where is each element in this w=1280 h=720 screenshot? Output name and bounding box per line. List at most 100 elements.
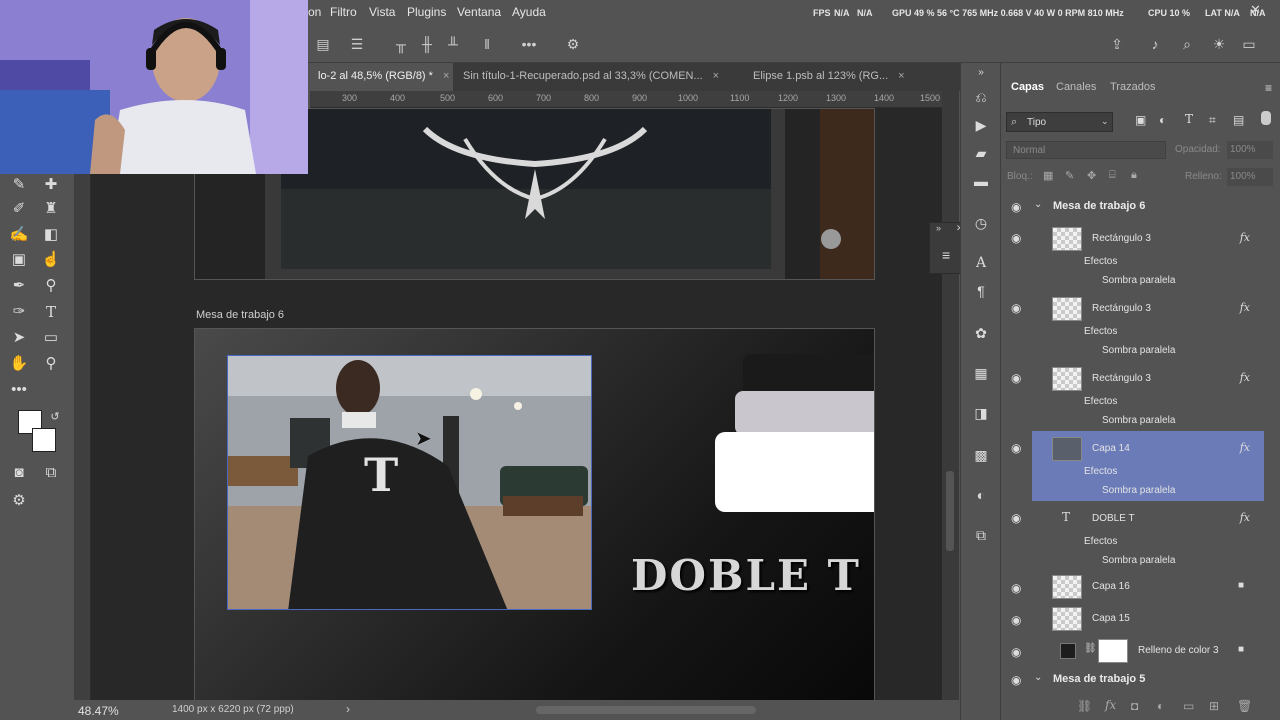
rectangle-3-shape[interactable] [715,432,874,512]
swap-colors-icon[interactable]: ↺ [44,406,66,428]
opacity-field[interactable]: 100% [1227,141,1273,159]
settings-tool-icon[interactable]: ⚙ [8,490,30,512]
fx-icon[interactable]: fx [1240,441,1250,454]
new-group-icon[interactable]: ▭ [1183,699,1194,713]
layer-row-selected[interactable]: ◉ Capa 14 fx Efectos Sombra paralela [1011,431,1264,501]
text-filter-icon[interactable]: T [1185,112,1193,126]
layer-row[interactable]: ◉ Rectángulo 3 fx Efectos Sombra paralel… [1011,361,1264,431]
layer-row[interactable]: ◉ Capa 15 [1011,603,1264,635]
clock-icon[interactable]: ◷ [971,213,991,233]
artboard-label[interactable]: Mesa de trabajo 6 [196,309,284,321]
menu-item-ayuda[interactable]: Ayuda [512,5,546,19]
effects-label[interactable]: Efectos [1084,536,1117,547]
eye-icon[interactable]: ◉ [1011,613,1021,627]
new-adjustment-icon[interactable]: ◐ [1157,699,1164,713]
workspace-icon[interactable]: ▭ [1240,35,1258,53]
fx-add-icon[interactable]: fx [1105,698,1116,712]
brush-icon[interactable]: ✐ [8,198,30,220]
effect-drop-shadow[interactable]: Sombra paralela [1102,345,1175,356]
collapse-icon[interactable]: » [971,63,991,83]
eye-icon[interactable]: ◉ [1011,673,1021,687]
align-middle-icon[interactable]: ╫ [418,35,436,53]
search-icon[interactable]: ⌕ [1178,35,1196,53]
background-color-swatch[interactable] [32,428,56,452]
close-icon[interactable]: × [443,70,449,82]
distribute-icon[interactable]: ‖ [478,35,496,53]
layer-group-mesa-6[interactable]: ◉ ⌄ Mesa de trabajo 6 [1001,196,1271,216]
scroll-thumb[interactable] [946,471,954,551]
link-icon[interactable]: ⛓ [1084,643,1097,654]
align-bottom-icon[interactable]: ╨ [444,35,462,53]
bell-icon[interactable]: ♪ [1146,35,1164,53]
tab-capas[interactable]: Capas [1011,81,1044,93]
adjustments-icon[interactable]: ≡ [942,247,950,263]
rectangle-tool-icon[interactable]: ▭ [40,327,62,349]
menu-item-filtro[interactable]: Filtro [330,5,357,19]
image-filter-icon[interactable]: ▣ [1135,113,1146,127]
eye-icon[interactable]: ◉ [1011,200,1021,214]
dodge-icon[interactable]: ⚲ [40,275,62,297]
quick-mask-icon[interactable]: ◙ [8,462,30,484]
blend-mode-select[interactable]: Normal [1006,141,1166,159]
eye-icon[interactable]: ◉ [1011,511,1021,525]
horizontal-scrollbar[interactable] [536,706,756,714]
gradient-panel-icon[interactable]: ◨ [971,403,991,423]
align-top-icon[interactable]: ╥ [392,35,410,53]
tab-canales[interactable]: Canales [1056,81,1096,93]
menu-item-vista[interactable]: Vista [369,5,395,19]
plugin-icon[interactable]: ▰ [971,143,991,163]
path-icon[interactable]: ✑ [8,301,30,323]
hand-icon[interactable]: ✋ [8,353,30,375]
tab-trazados[interactable]: Trazados [1110,81,1155,93]
paragraph-icon[interactable]: ¶ [971,281,991,301]
doble-t-logo-text[interactable]: DOBLE T [631,551,861,600]
effects-label[interactable]: Efectos [1084,326,1117,337]
chevron-down-icon[interactable]: ⌄ [1034,199,1042,210]
lock-position-icon[interactable]: ✥ [1087,169,1096,182]
vertical-scrollbar[interactable] [942,91,959,700]
layer-row[interactable]: ◉ T DOBLE T fx Efectos Sombra paralela [1011,501,1264,571]
trash-icon[interactable]: 🗑︎ [1237,699,1252,713]
healing-brush-icon[interactable]: ✚ [40,174,62,196]
gear-icon[interactable]: ⚙ [564,35,582,53]
filter-toggle[interactable] [1261,111,1271,125]
fill-field[interactable]: 100% [1227,168,1273,186]
patterns-icon[interactable]: ▩ [971,445,991,465]
collapse-icon[interactable]: » [936,223,941,233]
new-layer-icon[interactable]: ⊞ [1209,699,1219,713]
stamp-icon[interactable]: ♜ [40,198,62,220]
eye-icon[interactable]: ◉ [1011,371,1021,385]
eye-icon[interactable]: ◉ [1011,441,1021,455]
more-options-icon[interactable]: ••• [520,35,538,53]
text-tool-icon[interactable]: T [40,301,62,323]
effect-drop-shadow[interactable]: Sombra paralela [1102,415,1175,426]
tab-document-2[interactable]: Sin título-1-Recuperado.psd al 33,3% (CO… [453,63,743,91]
comment-icon[interactable]: ▬ [971,171,991,191]
lightbulb-icon[interactable]: ☀ [1210,35,1228,53]
lock-transparent-icon[interactable]: ▦ [1043,169,1053,182]
selection-arrow-icon[interactable]: ➤ [8,327,30,349]
more-tools-icon[interactable]: ••• [8,379,30,401]
close-icon[interactable]: × [713,70,719,82]
share-icon[interactable]: ⇪ [1108,35,1126,53]
close-icon[interactable]: × [898,70,904,82]
libraries-icon[interactable]: ⧉ [971,525,991,545]
status-menu-arrow[interactable]: › [346,702,350,716]
eye-icon[interactable]: ◉ [1011,581,1021,595]
effects-label[interactable]: Efectos [1084,396,1117,407]
rectangle-3-shape[interactable] [735,391,874,435]
layer-row[interactable]: ◉ Capa 16 ■ [1011,571,1264,603]
shape-filter-icon[interactable]: ⌗ [1209,113,1216,128]
eraser-icon[interactable]: ◧ [40,224,62,246]
history-icon[interactable]: ⎌ [971,87,991,107]
canvas-area[interactable]: Mesa de trabajo 6 T DOBLE T ➤ [91,108,942,700]
zoom-level[interactable]: 48.47% [78,704,119,718]
layer-row[interactable]: ◉ Rectángulo 3 fx Efectos Sombra paralel… [1011,291,1264,361]
tab-document-1[interactable]: lo-2 al 48,5% (RGB/8) * × [308,63,453,91]
lock-all-icon[interactable]: 🔒︎ [1131,169,1137,182]
eye-icon[interactable]: ◉ [1011,301,1021,315]
effects-label[interactable]: Efectos [1084,466,1117,477]
color-palette-icon[interactable]: ✿ [971,323,991,343]
blur-icon[interactable]: ☝ [40,249,62,271]
lock-artboard-icon[interactable]: ⌸ [1109,169,1116,182]
